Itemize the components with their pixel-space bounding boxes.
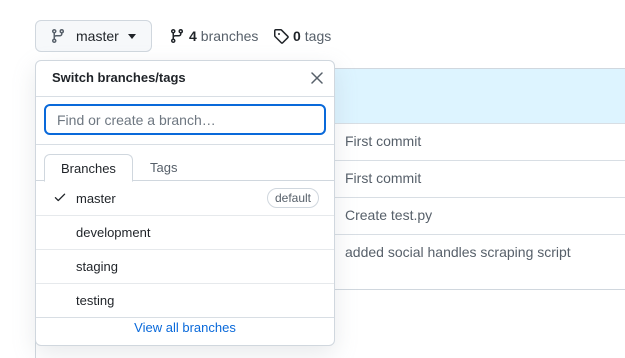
dropdown-divider [36,317,334,318]
default-badge: default [266,188,319,208]
tab-bar: Branches Tags [44,154,326,182]
repo-page: master 4 branches 0 tags First commit Fi… [0,0,625,358]
commit-message[interactable]: Create test.py [345,207,432,223]
tags-count: 0 [293,28,301,44]
branches-link[interactable]: 4 branches [169,26,258,46]
branch-name: staging [76,259,118,274]
branch-item-testing[interactable]: testing [36,283,334,317]
git-branch-icon [169,28,185,44]
commit-message[interactable]: First commit [345,133,421,149]
tags-label: tags [304,28,332,44]
branch-name: testing [76,293,115,308]
dropdown-divider [36,96,334,97]
branch-item-staging[interactable]: staging [36,249,334,283]
commit-message[interactable]: added social handles scraping script [345,244,571,260]
branch-item-master[interactable]: master default [36,181,334,215]
tag-icon [273,28,289,44]
dropdown-divider [36,144,334,145]
branches-count: 4 [189,28,197,44]
close-icon[interactable] [309,70,325,86]
branch-item-development[interactable]: development [36,215,334,249]
caret-down-icon [127,33,136,39]
branch-search-input[interactable] [44,104,326,135]
commit-message[interactable]: First commit [345,170,421,186]
branches-label: branches [200,28,259,44]
tags-link[interactable]: 0 tags [273,26,331,46]
check-icon [53,190,67,204]
git-branch-icon [50,28,66,44]
branch-switcher-dropdown: Switch branches/tags Branches Tags maste… [35,60,335,346]
branch-selector-label: master [76,28,119,44]
branch-name: development [76,225,151,240]
tab-tags[interactable]: Tags [134,154,193,181]
view-all-branches-link[interactable]: View all branches [36,320,334,335]
tab-branches[interactable]: Branches [44,154,133,182]
dropdown-title: Switch branches/tags [52,70,186,85]
branch-selector-button[interactable]: master [35,20,152,52]
branch-name: master [76,190,116,206]
